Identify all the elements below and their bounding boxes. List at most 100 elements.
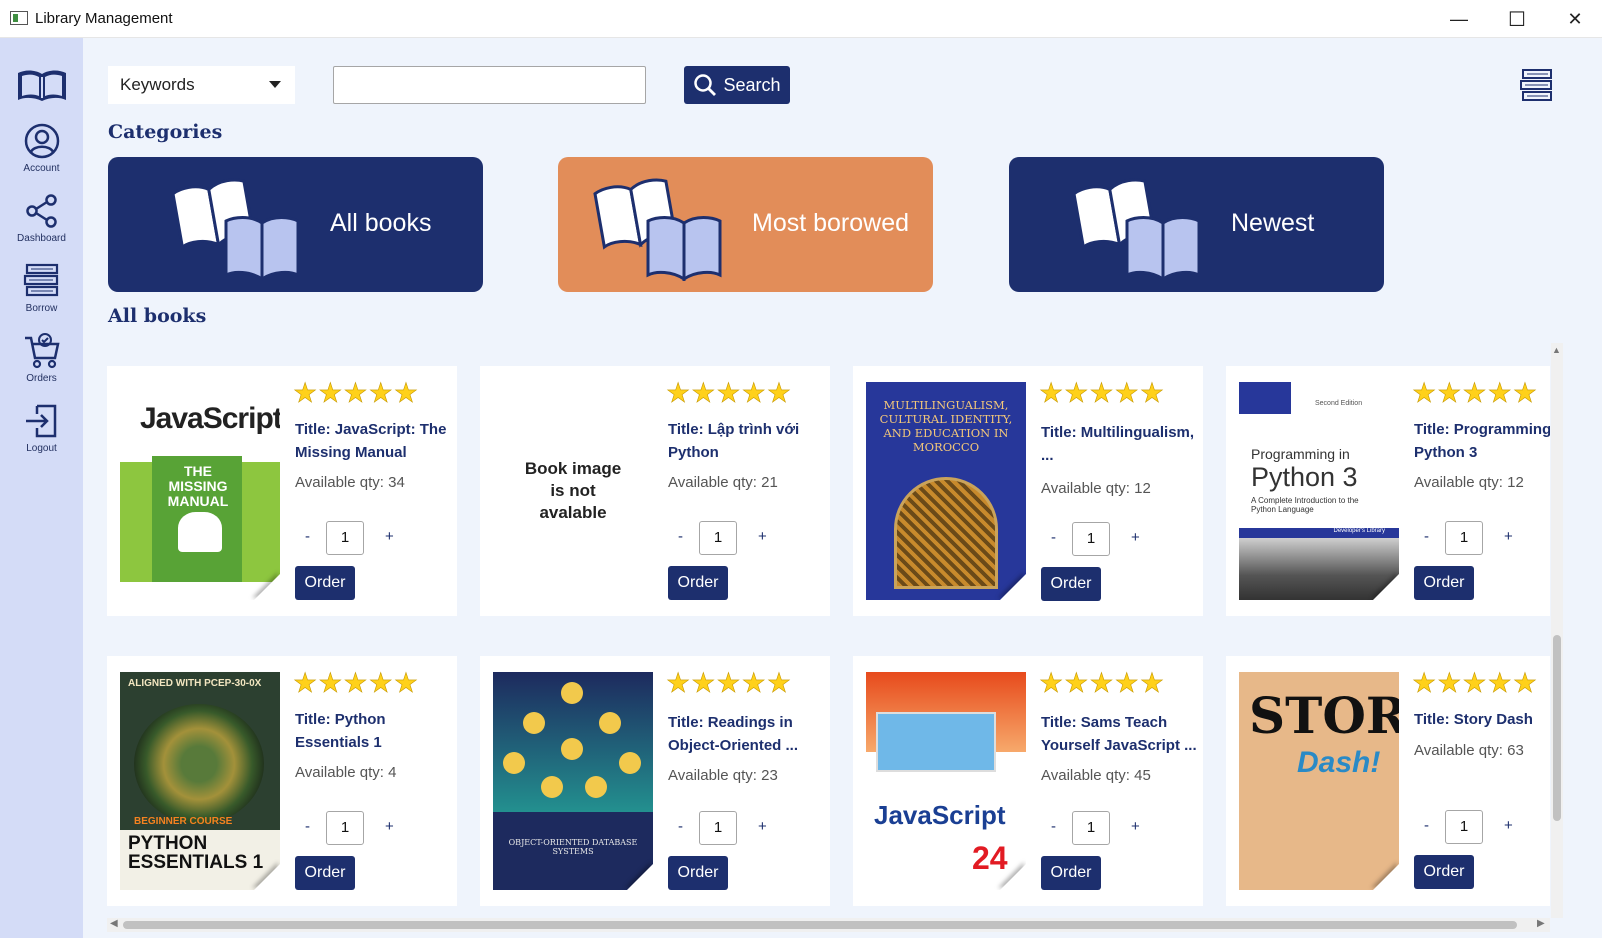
order-button[interactable]: Order xyxy=(668,856,728,890)
quantity-field[interactable]: 1 xyxy=(1445,521,1483,555)
order-button[interactable]: Order xyxy=(295,566,355,600)
quantity-stepper: - 1 + xyxy=(668,811,778,845)
open-books-icon xyxy=(171,178,300,281)
horizontal-scroll-thumb[interactable] xyxy=(123,921,1517,929)
book-title: Title: Multilingualism, ... xyxy=(1041,424,1195,464)
decrement-button[interactable]: - xyxy=(1051,818,1056,835)
filter-select[interactable]: Keywords xyxy=(108,66,295,104)
scroll-left-icon[interactable]: ◀ xyxy=(110,918,118,929)
book-card: STORY Dash! ★★★★★ Title: Story Dash Avai… xyxy=(1226,656,1550,906)
quantity-field[interactable]: 1 xyxy=(699,811,737,845)
available-qty: Available qty: 12 xyxy=(1041,480,1151,497)
library-logo-icon xyxy=(18,70,66,101)
book-card: Second Edition Programming in Python 3 A… xyxy=(1226,366,1550,616)
rating-stars: ★★★★★ xyxy=(1039,668,1166,699)
order-button[interactable]: Order xyxy=(1414,855,1474,889)
increment-button[interactable]: + xyxy=(1131,818,1140,835)
sidebar-item-label: Account xyxy=(23,163,60,174)
sidebar-item-label: Orders xyxy=(26,373,57,384)
order-button[interactable]: Order xyxy=(1041,856,1101,890)
quantity-stepper: - 1 + xyxy=(668,521,778,555)
quantity-field[interactable]: 1 xyxy=(1445,810,1483,844)
sidebar-item-logout[interactable]: Logout xyxy=(0,402,83,464)
maximize-button[interactable]: ☐ xyxy=(1488,0,1546,38)
scroll-up-icon[interactable]: ▲ xyxy=(1552,345,1561,355)
book-title: Title: Programming in Python 3 xyxy=(1414,421,1550,461)
minimize-button[interactable]: — xyxy=(1430,0,1488,38)
quantity-stepper: - 1 + xyxy=(1041,811,1151,845)
category-label: Newest xyxy=(1231,209,1315,237)
decrement-button[interactable]: - xyxy=(678,528,683,545)
categories-heading: Categories xyxy=(108,121,223,143)
scroll-right-icon[interactable]: ▶ xyxy=(1537,918,1545,929)
quantity-stepper: - 1 + xyxy=(295,521,405,555)
order-button[interactable]: Order xyxy=(295,856,355,890)
book-title: Title: Story Dash xyxy=(1414,711,1533,728)
quantity-field[interactable]: 1 xyxy=(1072,522,1110,556)
increment-button[interactable]: + xyxy=(758,818,767,835)
all-books-heading: All books xyxy=(108,305,207,327)
sidebar-item-label: Dashboard xyxy=(17,233,66,244)
increment-button[interactable]: + xyxy=(1131,529,1140,546)
quantity-field[interactable]: 1 xyxy=(1072,811,1110,845)
available-qty: Available qty: 21 xyxy=(668,474,778,491)
search-button[interactable]: Search xyxy=(684,66,790,104)
vertical-scroll-thumb[interactable] xyxy=(1553,635,1561,821)
app-icon xyxy=(10,11,28,25)
decrement-button[interactable]: - xyxy=(1424,817,1429,834)
book-title: Title: Sams Teach Yourself JavaScript ..… xyxy=(1041,714,1197,754)
sidebar-item-borrow[interactable]: Borrow xyxy=(0,262,83,324)
quantity-stepper: - 1 + xyxy=(1414,810,1524,844)
book-card: ALIGNED WITH PCEP-30-0X BEGINNER COURSE … xyxy=(107,656,457,906)
category-label: Most borowed xyxy=(752,209,910,237)
caret-down-icon xyxy=(269,81,281,88)
sidebar-item-dashboard[interactable]: Dashboard xyxy=(0,192,83,254)
book-card: JavaScript THE MISSING MANUAL ★★★★★ Titl… xyxy=(107,366,457,616)
sidebar-item-account[interactable]: Account xyxy=(0,122,83,184)
increment-button[interactable]: + xyxy=(1504,817,1513,834)
vertical-scrollbar[interactable]: ▲ xyxy=(1551,343,1563,918)
book-card: MULTILINGUALISM, CULTURAL IDENTITY, AND … xyxy=(853,366,1203,616)
decrement-button[interactable]: - xyxy=(1051,529,1056,546)
book-title: Title: Lập trình với Python xyxy=(668,421,800,461)
sidebar-item-orders[interactable]: Orders xyxy=(0,332,83,394)
sidebar: Account Dashboard Borrow Orders Logout xyxy=(0,38,83,938)
account-icon xyxy=(24,123,59,159)
available-qty: Available qty: 63 xyxy=(1414,742,1524,759)
rating-stars: ★★★★★ xyxy=(293,668,420,699)
quantity-field[interactable]: 1 xyxy=(699,521,737,555)
rating-stars: ★★★★★ xyxy=(666,378,793,409)
category-newest[interactable]: Newest xyxy=(1009,157,1384,292)
books-stack-icon[interactable] xyxy=(1520,68,1554,102)
search-button-label: Search xyxy=(723,74,781,95)
category-all-books[interactable]: All books xyxy=(108,157,483,292)
book-cover: MULTILINGUALISM, CULTURAL IDENTITY, AND … xyxy=(866,382,1026,600)
decrement-button[interactable]: - xyxy=(1424,528,1429,545)
rating-stars: ★★★★★ xyxy=(1412,668,1539,699)
book-cover: JavaScript 24 xyxy=(866,672,1026,890)
close-button[interactable]: ✕ xyxy=(1546,0,1602,38)
book-cover: ALIGNED WITH PCEP-30-0X BEGINNER COURSE … xyxy=(120,672,280,890)
horizontal-scrollbar[interactable]: ◀ ▶ xyxy=(107,918,1550,932)
increment-button[interactable]: + xyxy=(385,528,394,545)
book-cover: Second Edition Programming in Python 3 A… xyxy=(1239,382,1399,600)
order-button[interactable]: Order xyxy=(1414,566,1474,600)
decrement-button[interactable]: - xyxy=(678,818,683,835)
decrement-button[interactable]: - xyxy=(305,818,310,835)
quantity-field[interactable]: 1 xyxy=(326,811,364,845)
increment-button[interactable]: + xyxy=(1504,528,1513,545)
available-qty: Available qty: 12 xyxy=(1414,474,1524,491)
category-most-borrowed[interactable]: Most borowed xyxy=(558,157,933,292)
search-input[interactable] xyxy=(333,66,646,104)
sidebar-item-label: Borrow xyxy=(25,303,58,314)
decrement-button[interactable]: - xyxy=(305,528,310,545)
available-qty: Available qty: 34 xyxy=(295,474,405,491)
quantity-field[interactable]: 1 xyxy=(326,521,364,555)
order-button[interactable]: Order xyxy=(1041,567,1101,601)
search-icon xyxy=(694,74,717,96)
increment-button[interactable]: + xyxy=(758,528,767,545)
cart-icon xyxy=(24,333,60,369)
filter-select-value: Keywords xyxy=(120,75,195,94)
increment-button[interactable]: + xyxy=(385,818,394,835)
order-button[interactable]: Order xyxy=(668,566,728,600)
